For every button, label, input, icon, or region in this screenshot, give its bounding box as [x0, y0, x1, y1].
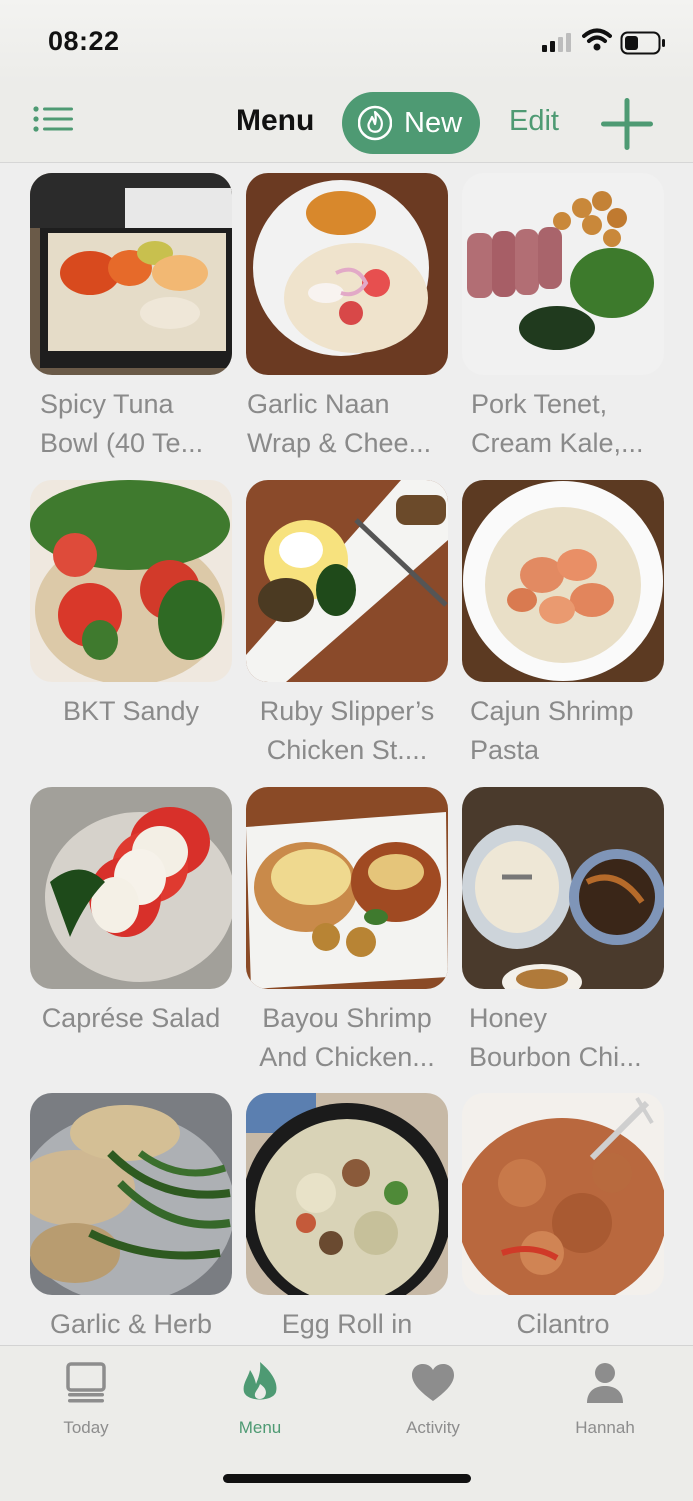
laptop-icon	[26, 1360, 146, 1406]
new-button[interactable]: New	[342, 92, 480, 154]
menu-item-title: Cilantro	[516, 1309, 610, 1339]
meal-photo	[462, 480, 664, 682]
meal-photo	[246, 787, 448, 989]
new-button-label: New	[404, 106, 463, 139]
tab-label: Activity	[406, 1418, 460, 1437]
menu-item-title: Honey Bourbon Chi...	[469, 1003, 642, 1072]
status-time: 08:22	[48, 26, 120, 56]
tab-menu[interactable]: Menu	[200, 1360, 320, 1438]
battery-icon	[620, 31, 665, 55]
page-title: Menu	[236, 104, 315, 137]
menu-item-title: Egg Roll in	[281, 1309, 413, 1339]
cellular-signal-icon	[542, 33, 571, 52]
menu-item[interactable]: Spicy Tuna Bowl (40 Te...	[30, 163, 232, 458]
meal-photo	[30, 173, 232, 375]
meal-photo	[462, 1093, 664, 1295]
flame-icon	[200, 1360, 320, 1406]
menu-item[interactable]: Egg Roll in	[246, 1083, 448, 1345]
menu-item[interactable]: Ruby Slipper’s Chicken St....	[246, 470, 448, 765]
meal-photo	[462, 173, 664, 375]
tab-label: Menu	[238, 1418, 282, 1437]
tab-hannah[interactable]: Hannah	[545, 1360, 665, 1438]
menu-item-title: Cajun Shrimp Pasta	[470, 696, 634, 765]
menu-item-title: Ruby Slipper’s Chicken St....	[259, 696, 435, 765]
menu-item[interactable]: BKT Sandy	[30, 470, 232, 760]
menu-item[interactable]: Garlic Naan Wrap & Chee...	[246, 163, 448, 458]
person-icon	[545, 1360, 665, 1406]
menu-item-title: Spicy Tuna Bowl (40 Te...	[40, 389, 204, 458]
menu-item-title: Garlic Naan Wrap & Chee...	[247, 389, 432, 458]
meal-photo	[30, 1093, 232, 1295]
meal-photo	[246, 1093, 448, 1295]
menu-item-title: Pork Tenet, Cream Kale,...	[471, 389, 644, 458]
menu-grid: Spicy Tuna Bowl (40 Te... Garlic Naan Wrap…	[0, 163, 693, 1345]
nav-bar: Menu New Edit	[0, 84, 693, 163]
menu-item-title: BKT Sandy	[62, 696, 200, 726]
menu-item-title: Garlic & Herb	[49, 1309, 213, 1339]
list-icon[interactable]	[32, 104, 74, 140]
home-indicator[interactable]	[223, 1474, 471, 1483]
meal-photo	[246, 173, 448, 375]
add-icon[interactable]	[598, 96, 656, 152]
menu-item-title: Bayou Shrimp And Chicken...	[259, 1003, 435, 1072]
menu-item[interactable]: Bayou Shrimp And Chicken...	[246, 777, 448, 1072]
edit-button[interactable]: Edit	[509, 105, 559, 138]
heart-icon	[373, 1360, 493, 1406]
tab-today[interactable]: Today	[26, 1360, 146, 1438]
meal-photo	[30, 787, 232, 989]
meal-photo	[462, 787, 664, 989]
tab-label: Today	[63, 1418, 109, 1437]
tab-label: Hannah	[575, 1418, 635, 1437]
menu-item[interactable]: Caprése Salad	[30, 777, 232, 1067]
flame-icon	[356, 104, 394, 142]
wifi-icon	[582, 28, 612, 51]
menu-item[interactable]: Cilantro	[462, 1083, 664, 1345]
menu-item-title: Caprése Salad	[41, 1003, 221, 1033]
menu-item[interactable]: Cajun Shrimp Pasta	[462, 470, 664, 765]
status-bar: 08:22	[0, 0, 693, 84]
menu-item[interactable]: Garlic & Herb	[30, 1083, 232, 1345]
meal-photo	[246, 480, 448, 682]
menu-item[interactable]: Honey Bourbon Chi...	[462, 777, 664, 1072]
menu-item[interactable]: Pork Tenet, Cream Kale,...	[462, 163, 664, 458]
tab-activity[interactable]: Activity	[373, 1360, 493, 1438]
meal-photo	[30, 480, 232, 682]
